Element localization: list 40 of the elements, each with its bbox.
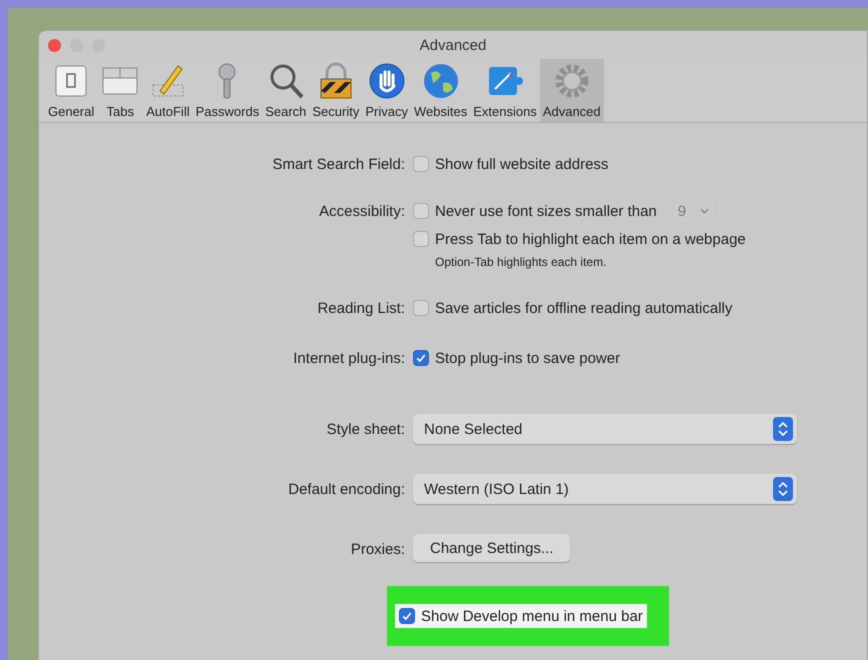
toolbar-tab[interactable]: Search — [262, 59, 310, 122]
close-button[interactable] — [48, 39, 61, 52]
checkbox[interactable] — [413, 203, 429, 219]
popup-menu[interactable]: Western (ISO Latin 1) — [413, 474, 797, 504]
setting-label: Reading List: — [317, 300, 405, 316]
checkbox-label[interactable]: Never use font sizes smaller than — [435, 202, 657, 220]
hand-icon — [366, 61, 407, 101]
setting-label: Smart Search Field: — [272, 156, 405, 172]
checkbox-label[interactable]: Press Tab to highlight each item on a webpage — [435, 230, 746, 248]
checkbox[interactable] — [413, 156, 429, 172]
checkbox[interactable] — [399, 608, 415, 624]
hint-text: Option-Tab highlights each item. — [435, 255, 608, 269]
toolbar-tab[interactable]: Privacy — [362, 59, 411, 122]
checkbox[interactable] — [413, 350, 429, 366]
setting-label: Style sheet: — [326, 420, 405, 438]
toolbar-tab[interactable]: Websites — [410, 59, 470, 122]
toolbar-tab[interactable]: Advanced — [540, 59, 604, 122]
window-title: Advanced — [420, 36, 486, 54]
checkbox[interactable] — [413, 231, 429, 247]
stepper-arrows-icon — [772, 417, 794, 441]
checkbox-label[interactable]: Show full website address — [435, 156, 608, 172]
stepper-arrows-icon — [772, 477, 794, 501]
checkbox[interactable] — [413, 300, 429, 316]
change-settings-button[interactable]: Change Settings... — [413, 534, 570, 562]
setting-label: Accessibility: — [319, 202, 405, 220]
chevron-down-icon — [700, 208, 710, 214]
toolbar-tab[interactable]: Extensions — [470, 59, 540, 122]
toolbar-tab[interactable]: Passwords — [192, 59, 262, 122]
checkbox-label[interactable]: Save articles for offline reading automatically — [435, 300, 732, 316]
popup-menu[interactable]: None Selected — [413, 414, 797, 444]
setting-label: Internet plug-ins: — [293, 350, 405, 366]
toolbar-tab[interactable]: Tabs — [97, 59, 144, 122]
setting-label: Proxies: — [350, 540, 405, 558]
checkbox-label[interactable]: Stop plug-ins to save power — [435, 350, 620, 366]
setting-label: Default encoding: — [288, 480, 405, 498]
toolbar-tab[interactable]: Security — [309, 59, 362, 122]
toolbar-tab[interactable]: AutoFill — [143, 59, 193, 122]
toolbar-tab[interactable]: General — [45, 59, 98, 122]
checkmark-icon — [415, 352, 427, 364]
checkmark-icon — [401, 610, 413, 622]
